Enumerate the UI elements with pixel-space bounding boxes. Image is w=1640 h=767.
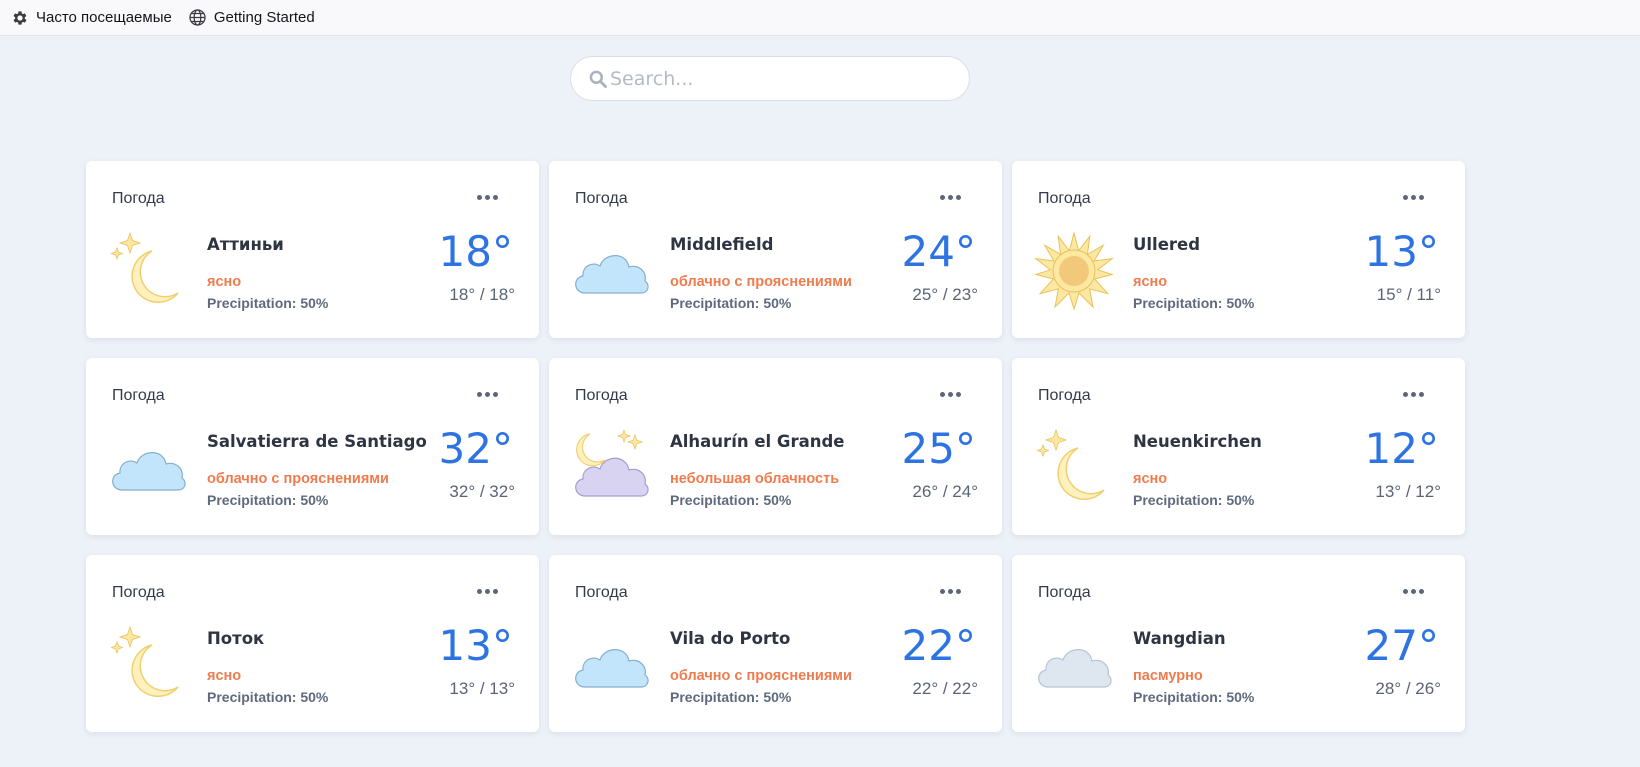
temperature-range: 13° / 13° xyxy=(449,679,515,698)
weather-condition: ясно xyxy=(207,668,242,684)
card-title: Погода xyxy=(575,584,628,601)
weather-card: Погода Аттиньи ясно Precipitation: 50% 1… xyxy=(86,161,539,338)
weather-condition: ясно xyxy=(1133,471,1168,487)
precipitation: Precipitation: 50% xyxy=(670,295,792,311)
more-options-button[interactable] xyxy=(473,582,501,600)
more-options-button[interactable] xyxy=(1399,188,1427,206)
moon-cloud-icon xyxy=(571,428,651,508)
weather-condition: облачно с прояснениями xyxy=(207,471,389,487)
precipitation: Precipitation: 50% xyxy=(207,295,329,311)
more-options-button[interactable] xyxy=(1399,582,1427,600)
weather-condition: ясно xyxy=(1133,274,1168,290)
precipitation: Precipitation: 50% xyxy=(670,689,792,705)
more-options-button[interactable] xyxy=(473,385,501,403)
overcast-cloud-icon xyxy=(1034,625,1114,705)
precipitation: Precipitation: 50% xyxy=(1133,492,1255,508)
temperature-range: 18° / 18° xyxy=(449,285,515,304)
more-options-button[interactable] xyxy=(936,385,964,403)
bookmark-getting-started[interactable]: Getting Started xyxy=(188,8,315,28)
cloud-icon xyxy=(571,625,651,705)
precipitation: Precipitation: 50% xyxy=(207,689,329,705)
city-name: Vila do Porto xyxy=(670,629,791,648)
current-temperature: 13° xyxy=(1364,227,1439,276)
weather-condition: ясно xyxy=(207,274,242,290)
search-input[interactable] xyxy=(610,67,940,90)
city-name: Neuenkirchen xyxy=(1133,432,1262,451)
current-temperature: 13° xyxy=(438,621,513,670)
temperature-range: 22° / 22° xyxy=(912,679,978,698)
precipitation: Precipitation: 50% xyxy=(207,492,329,508)
city-name: Middlefield xyxy=(670,235,774,254)
temperature-range: 32° / 32° xyxy=(449,482,515,501)
weather-card: Погода Neuenkirchen ясно Precipitation: … xyxy=(1012,358,1465,535)
card-title: Погода xyxy=(112,387,165,404)
gear-icon xyxy=(10,8,30,28)
temperature-range: 15° / 11° xyxy=(1376,285,1441,304)
sun-icon xyxy=(1034,231,1114,311)
precipitation: Precipitation: 50% xyxy=(670,492,792,508)
moon-icon xyxy=(108,625,188,705)
card-title: Погода xyxy=(575,387,628,404)
weather-card: Погода Salvatierra de Santiago облачно с… xyxy=(86,358,539,535)
temperature-range: 28° / 26° xyxy=(1375,679,1441,698)
city-name: Wangdian xyxy=(1133,629,1226,648)
weather-condition: небольшая облачность xyxy=(670,471,840,487)
current-temperature: 22° xyxy=(901,621,976,670)
weather-card: Погода Wangdian пасмурно Precipitation: … xyxy=(1012,555,1465,732)
precipitation: Precipitation: 50% xyxy=(1133,689,1255,705)
current-temperature: 25° xyxy=(901,424,976,473)
moon-icon xyxy=(1034,428,1114,508)
city-name: Alhaurín el Grande xyxy=(670,432,845,451)
weather-card: Погода Middlefield облачно с прояснениям… xyxy=(549,161,1002,338)
city-name: Поток xyxy=(207,629,265,648)
cloud-icon xyxy=(108,428,188,508)
weather-card: Погода Alhaurín el Grande небольшая обла… xyxy=(549,358,1002,535)
weather-condition: облачно с прояснениями xyxy=(670,274,852,290)
card-title: Погода xyxy=(1038,387,1091,404)
temperature-range: 26° / 24° xyxy=(912,482,978,501)
card-title: Погода xyxy=(112,584,165,601)
bookmarks-toolbar: Часто посещаемые Getting Started xyxy=(0,0,1640,36)
city-name: Аттиньи xyxy=(207,235,284,254)
card-title: Погода xyxy=(1038,584,1091,601)
temperature-range: 25° / 23° xyxy=(912,285,978,304)
card-title: Погода xyxy=(1038,190,1091,207)
search-box xyxy=(570,56,970,101)
moon-icon xyxy=(108,231,188,311)
weather-card: Погода Поток ясно Precipitation: 50% 13°… xyxy=(86,555,539,732)
city-name: Salvatierra de Santiago xyxy=(207,432,427,451)
bookmark-label: Getting Started xyxy=(213,9,315,26)
card-title: Погода xyxy=(112,190,165,207)
current-temperature: 12° xyxy=(1364,424,1439,473)
current-temperature: 24° xyxy=(901,227,976,276)
more-options-button[interactable] xyxy=(936,582,964,600)
bookmark-most-visited[interactable]: Часто посещаемые xyxy=(10,8,172,28)
precipitation: Precipitation: 50% xyxy=(1133,295,1255,311)
cloud-icon xyxy=(571,231,651,311)
more-options-button[interactable] xyxy=(473,188,501,206)
search-icon xyxy=(588,69,608,89)
globe-icon xyxy=(188,8,208,28)
more-options-button[interactable] xyxy=(1399,385,1427,403)
current-temperature: 32° xyxy=(438,424,513,473)
city-name: Ullered xyxy=(1133,235,1201,254)
temperature-range: 13° / 12° xyxy=(1375,482,1441,501)
weather-condition: облачно с прояснениями xyxy=(670,668,852,684)
weather-card: Погода Vila do Porto облачно с прояснени… xyxy=(549,555,1002,732)
weather-grid: Погода Аттиньи ясно Precipitation: 50% 1… xyxy=(86,161,1465,732)
weather-condition: пасмурно xyxy=(1133,668,1203,684)
bookmark-label: Часто посещаемые xyxy=(36,9,172,26)
card-title: Погода xyxy=(575,190,628,207)
current-temperature: 18° xyxy=(438,227,513,276)
more-options-button[interactable] xyxy=(936,188,964,206)
current-temperature: 27° xyxy=(1364,621,1439,670)
weather-card: Погода Ullered ясно Precipitation: 50% 1… xyxy=(1012,161,1465,338)
